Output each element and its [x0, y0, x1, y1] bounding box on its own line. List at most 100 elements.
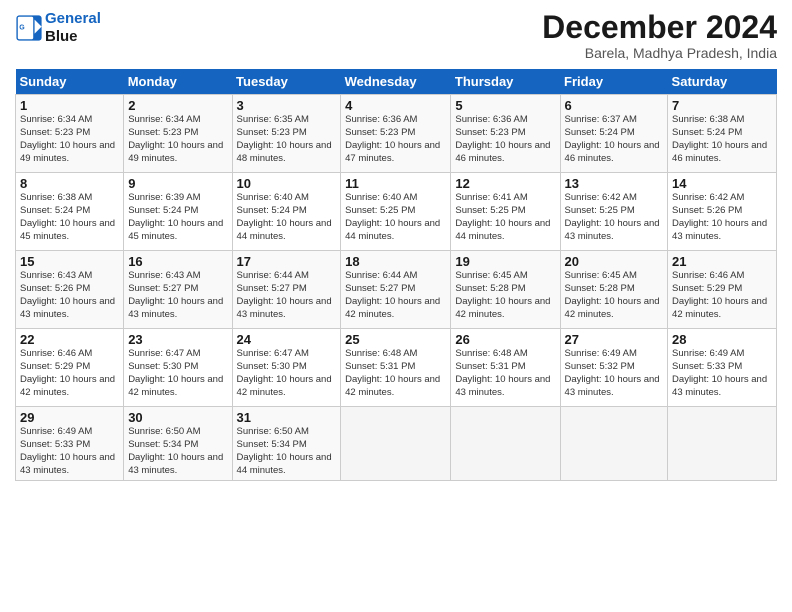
day-detail: Sunrise: 6:34 AMSunset: 5:23 PMDaylight:…: [128, 114, 223, 163]
day-cell: 18Sunrise: 6:44 AMSunset: 5:27 PMDayligh…: [341, 251, 451, 329]
day-cell: 8Sunrise: 6:38 AMSunset: 5:24 PMDaylight…: [16, 173, 124, 251]
day-number: 28: [672, 332, 772, 347]
header-tuesday: Tuesday: [232, 69, 341, 95]
day-detail: Sunrise: 6:38 AMSunset: 5:24 PMDaylight:…: [20, 192, 115, 241]
logo-text: General Blue: [45, 10, 101, 46]
day-detail: Sunrise: 6:36 AMSunset: 5:23 PMDaylight:…: [455, 114, 550, 163]
day-cell: 31Sunrise: 6:50 AMSunset: 5:34 PMDayligh…: [232, 407, 341, 481]
day-number: 3: [237, 98, 337, 113]
day-number: 25: [345, 332, 446, 347]
day-number: 22: [20, 332, 119, 347]
day-cell: [560, 407, 668, 481]
day-detail: Sunrise: 6:50 AMSunset: 5:34 PMDaylight:…: [237, 426, 332, 475]
day-cell: 10Sunrise: 6:40 AMSunset: 5:24 PMDayligh…: [232, 173, 341, 251]
week-row-3: 15Sunrise: 6:43 AMSunset: 5:26 PMDayligh…: [16, 251, 777, 329]
day-cell: 7Sunrise: 6:38 AMSunset: 5:24 PMDaylight…: [668, 95, 777, 173]
day-number: 30: [128, 410, 227, 425]
day-number: 20: [565, 254, 664, 269]
day-number: 14: [672, 176, 772, 191]
day-number: 16: [128, 254, 227, 269]
day-detail: Sunrise: 6:42 AMSunset: 5:25 PMDaylight:…: [565, 192, 660, 241]
day-cell: 20Sunrise: 6:45 AMSunset: 5:28 PMDayligh…: [560, 251, 668, 329]
location: Barela, Madhya Pradesh, India: [542, 45, 777, 61]
week-row-1: 1Sunrise: 6:34 AMSunset: 5:23 PMDaylight…: [16, 95, 777, 173]
day-number: 5: [455, 98, 555, 113]
day-cell: 1Sunrise: 6:34 AMSunset: 5:23 PMDaylight…: [16, 95, 124, 173]
logo-blue: Blue: [45, 28, 78, 45]
day-number: 21: [672, 254, 772, 269]
day-detail: Sunrise: 6:34 AMSunset: 5:23 PMDaylight:…: [20, 114, 115, 163]
day-cell: [451, 407, 560, 481]
day-number: 6: [565, 98, 664, 113]
day-cell: 2Sunrise: 6:34 AMSunset: 5:23 PMDaylight…: [124, 95, 232, 173]
day-cell: 11Sunrise: 6:40 AMSunset: 5:25 PMDayligh…: [341, 173, 451, 251]
day-detail: Sunrise: 6:48 AMSunset: 5:31 PMDaylight:…: [345, 348, 440, 397]
day-detail: Sunrise: 6:43 AMSunset: 5:26 PMDaylight:…: [20, 270, 115, 319]
day-cell: 29Sunrise: 6:49 AMSunset: 5:33 PMDayligh…: [16, 407, 124, 481]
day-number: 13: [565, 176, 664, 191]
day-number: 19: [455, 254, 555, 269]
day-number: 2: [128, 98, 227, 113]
day-number: 18: [345, 254, 446, 269]
day-number: 23: [128, 332, 227, 347]
logo-icon: G: [15, 14, 43, 42]
day-detail: Sunrise: 6:46 AMSunset: 5:29 PMDaylight:…: [672, 270, 767, 319]
day-number: 24: [237, 332, 337, 347]
day-detail: Sunrise: 6:36 AMSunset: 5:23 PMDaylight:…: [345, 114, 440, 163]
day-cell: [668, 407, 777, 481]
logo: G General Blue: [15, 10, 101, 46]
day-cell: 27Sunrise: 6:49 AMSunset: 5:32 PMDayligh…: [560, 329, 668, 407]
day-number: 11: [345, 176, 446, 191]
day-cell: 30Sunrise: 6:50 AMSunset: 5:34 PMDayligh…: [124, 407, 232, 481]
day-detail: Sunrise: 6:46 AMSunset: 5:29 PMDaylight:…: [20, 348, 115, 397]
day-number: 8: [20, 176, 119, 191]
day-cell: 15Sunrise: 6:43 AMSunset: 5:26 PMDayligh…: [16, 251, 124, 329]
day-cell: 14Sunrise: 6:42 AMSunset: 5:26 PMDayligh…: [668, 173, 777, 251]
week-row-4: 22Sunrise: 6:46 AMSunset: 5:29 PMDayligh…: [16, 329, 777, 407]
day-detail: Sunrise: 6:49 AMSunset: 5:33 PMDaylight:…: [672, 348, 767, 397]
day-cell: 9Sunrise: 6:39 AMSunset: 5:24 PMDaylight…: [124, 173, 232, 251]
day-cell: 19Sunrise: 6:45 AMSunset: 5:28 PMDayligh…: [451, 251, 560, 329]
day-cell: 23Sunrise: 6:47 AMSunset: 5:30 PMDayligh…: [124, 329, 232, 407]
day-detail: Sunrise: 6:47 AMSunset: 5:30 PMDaylight:…: [237, 348, 332, 397]
day-detail: Sunrise: 6:47 AMSunset: 5:30 PMDaylight:…: [128, 348, 223, 397]
day-number: 4: [345, 98, 446, 113]
day-cell: 6Sunrise: 6:37 AMSunset: 5:24 PMDaylight…: [560, 95, 668, 173]
day-number: 1: [20, 98, 119, 113]
day-cell: 25Sunrise: 6:48 AMSunset: 5:31 PMDayligh…: [341, 329, 451, 407]
day-cell: 28Sunrise: 6:49 AMSunset: 5:33 PMDayligh…: [668, 329, 777, 407]
day-number: 29: [20, 410, 119, 425]
day-number: 10: [237, 176, 337, 191]
header-thursday: Thursday: [451, 69, 560, 95]
day-detail: Sunrise: 6:40 AMSunset: 5:25 PMDaylight:…: [345, 192, 440, 241]
day-detail: Sunrise: 6:44 AMSunset: 5:27 PMDaylight:…: [345, 270, 440, 319]
day-cell: 17Sunrise: 6:44 AMSunset: 5:27 PMDayligh…: [232, 251, 341, 329]
day-detail: Sunrise: 6:45 AMSunset: 5:28 PMDaylight:…: [565, 270, 660, 319]
day-detail: Sunrise: 6:37 AMSunset: 5:24 PMDaylight:…: [565, 114, 660, 163]
day-number: 26: [455, 332, 555, 347]
day-number: 15: [20, 254, 119, 269]
day-detail: Sunrise: 6:38 AMSunset: 5:24 PMDaylight:…: [672, 114, 767, 163]
month-title: December 2024: [542, 10, 777, 45]
day-number: 9: [128, 176, 227, 191]
day-detail: Sunrise: 6:49 AMSunset: 5:32 PMDaylight:…: [565, 348, 660, 397]
day-cell: 13Sunrise: 6:42 AMSunset: 5:25 PMDayligh…: [560, 173, 668, 251]
header-friday: Friday: [560, 69, 668, 95]
header-saturday: Saturday: [668, 69, 777, 95]
day-cell: 22Sunrise: 6:46 AMSunset: 5:29 PMDayligh…: [16, 329, 124, 407]
day-cell: 3Sunrise: 6:35 AMSunset: 5:23 PMDaylight…: [232, 95, 341, 173]
calendar-container: G General Blue December 2024 Barela, Mad…: [0, 0, 792, 612]
day-cell: 12Sunrise: 6:41 AMSunset: 5:25 PMDayligh…: [451, 173, 560, 251]
day-detail: Sunrise: 6:45 AMSunset: 5:28 PMDaylight:…: [455, 270, 550, 319]
day-detail: Sunrise: 6:39 AMSunset: 5:24 PMDaylight:…: [128, 192, 223, 241]
header-sunday: Sunday: [16, 69, 124, 95]
day-cell: 26Sunrise: 6:48 AMSunset: 5:31 PMDayligh…: [451, 329, 560, 407]
day-number: 17: [237, 254, 337, 269]
week-row-2: 8Sunrise: 6:38 AMSunset: 5:24 PMDaylight…: [16, 173, 777, 251]
header-wednesday: Wednesday: [341, 69, 451, 95]
day-detail: Sunrise: 6:50 AMSunset: 5:34 PMDaylight:…: [128, 426, 223, 475]
day-detail: Sunrise: 6:48 AMSunset: 5:31 PMDaylight:…: [455, 348, 550, 397]
header-monday: Monday: [124, 69, 232, 95]
day-detail: Sunrise: 6:49 AMSunset: 5:33 PMDaylight:…: [20, 426, 115, 475]
day-number: 12: [455, 176, 555, 191]
